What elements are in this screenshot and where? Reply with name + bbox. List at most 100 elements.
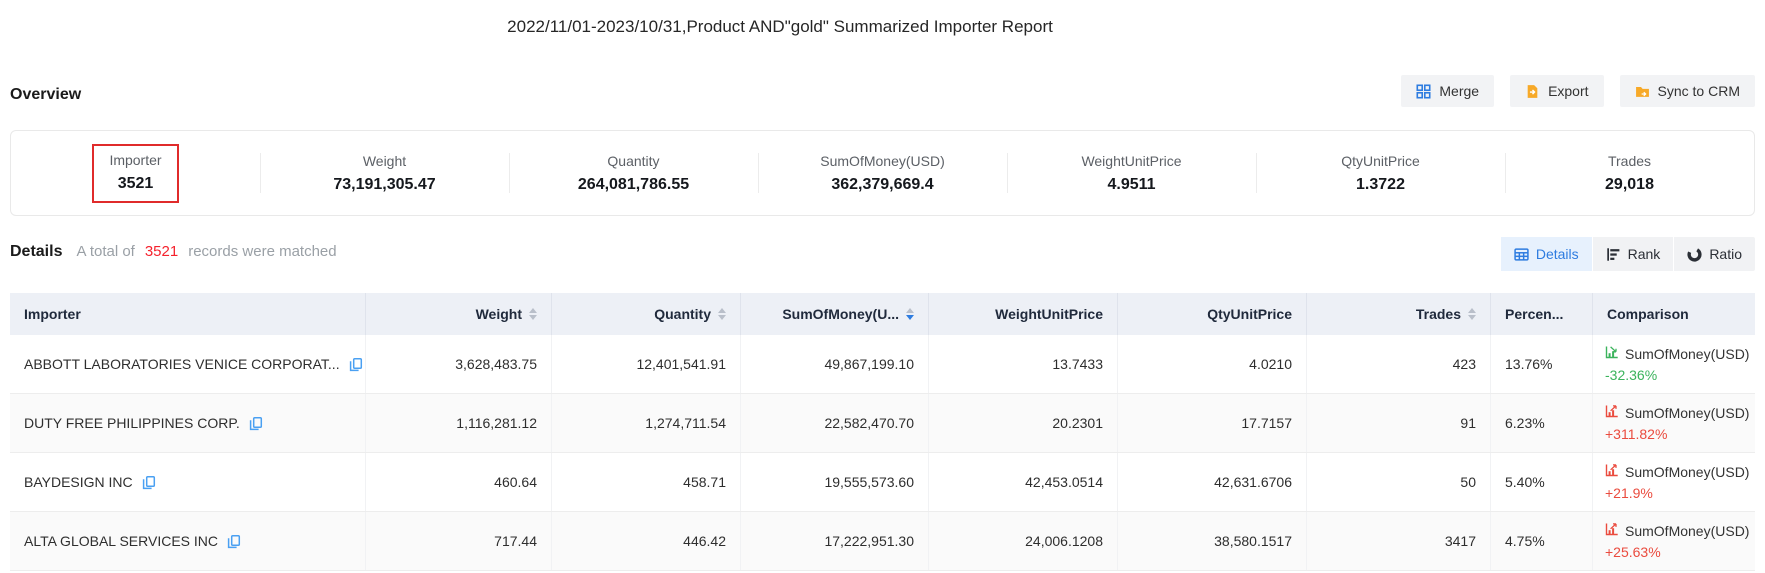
copy-icon[interactable] <box>248 416 263 431</box>
trades-cell: 50 <box>1306 453 1490 511</box>
importer-cell[interactable]: ALTA GLOBAL SERVICES INC <box>10 512 365 570</box>
stat-trades: Trades 29,018 <box>1505 131 1754 215</box>
overview-card: Importer 3521 Weight 73,191,305.47 Quant… <box>10 130 1755 216</box>
header-label: Trades <box>1416 306 1461 322</box>
merge-button[interactable]: Merge <box>1401 75 1494 107</box>
comparison-cell: SumOfMoney(USD) -32.36% <box>1592 335 1761 393</box>
sort-control[interactable] <box>906 308 914 320</box>
table-row: ABBOTT LABORATORIES VENICE CORPORAT... 3… <box>10 335 1755 394</box>
header-cell-weight[interactable]: Weight <box>365 293 551 335</box>
view-tabs: Details Rank Ratio <box>1501 237 1755 271</box>
header-cell-importer[interactable]: Importer <box>10 293 365 335</box>
merge-icon <box>1416 84 1431 99</box>
toolbar: Merge Export Sync to CRM <box>1401 75 1755 107</box>
record-count: 3521 <box>145 243 178 260</box>
header-cell-sum-of-money[interactable]: SumOfMoney(U... <box>740 293 928 335</box>
stat-value: 73,191,305.47 <box>333 176 435 194</box>
header-cell-quantity[interactable]: Quantity <box>551 293 740 335</box>
trades-cell: 423 <box>1306 335 1490 393</box>
sort-asc-caret[interactable] <box>718 308 726 313</box>
table-row: ALTA GLOBAL SERVICES INC 717.44 446.42 1… <box>10 512 1755 571</box>
sort-control[interactable] <box>529 308 537 320</box>
comparison-change: +311.82% <box>1605 424 1667 444</box>
header-cell-weight-unit-price[interactable]: WeightUnitPrice <box>928 293 1117 335</box>
percent-cell: 13.76% <box>1490 335 1592 393</box>
overview-heading: Overview <box>10 86 81 104</box>
sort-desc-caret[interactable] <box>1468 315 1476 320</box>
stat-label: Weight <box>363 153 406 169</box>
qty-unit-price-cell: 17.7157 <box>1117 394 1306 452</box>
qty-unit-price-cell: 42,631.6706 <box>1117 453 1306 511</box>
trend-up-icon <box>1605 520 1619 542</box>
stat-importer: Importer 3521 <box>11 131 260 215</box>
percent-cell: 5.40% <box>1490 453 1592 511</box>
header-label: Importer <box>24 306 81 322</box>
sort-asc-caret[interactable] <box>529 308 537 313</box>
header-label: WeightUnitPrice <box>995 306 1103 322</box>
export-button-label: Export <box>1548 83 1588 99</box>
weight-unit-price-cell: 24,006.1208 <box>928 512 1117 570</box>
sort-desc-caret[interactable] <box>529 315 537 320</box>
sync-to-crm-button-label: Sync to CRM <box>1658 83 1740 99</box>
header-cell-percent[interactable]: Percen... <box>1490 293 1592 335</box>
tab-rank[interactable]: Rank <box>1592 237 1674 271</box>
quantity-cell: 12,401,541.91 <box>551 335 740 393</box>
header-label: Comparison <box>1607 306 1689 322</box>
importer-name[interactable]: BAYDESIGN INC <box>24 474 133 490</box>
weight-cell: 717.44 <box>365 512 551 570</box>
importer-highlight-box: Importer 3521 <box>92 144 178 203</box>
weight-unit-price-cell: 13.7433 <box>928 335 1117 393</box>
stat-label: QtyUnitPrice <box>1341 153 1420 169</box>
stat-label: Importer <box>109 152 161 168</box>
importer-cell[interactable]: ABBOTT LABORATORIES VENICE CORPORAT... <box>10 335 365 393</box>
importer-cell[interactable]: DUTY FREE PHILIPPINES CORP. <box>10 394 365 452</box>
export-button[interactable]: Export <box>1510 75 1603 107</box>
sync-folder-icon <box>1635 84 1650 99</box>
comparison-metric: SumOfMoney(USD) <box>1625 343 1749 365</box>
sort-control[interactable] <box>718 308 726 320</box>
stat-value: 4.9511 <box>1107 176 1155 194</box>
tab-ratio[interactable]: Ratio <box>1673 237 1755 271</box>
sort-desc-caret[interactable] <box>906 315 914 320</box>
sort-asc-caret[interactable] <box>906 308 914 313</box>
percent-cell: 4.75% <box>1490 512 1592 570</box>
header-cell-qty-unit-price[interactable]: QtyUnitPrice <box>1117 293 1306 335</box>
importer-name[interactable]: ABBOTT LABORATORIES VENICE CORPORAT... <box>24 356 340 372</box>
quantity-cell: 458.71 <box>551 453 740 511</box>
tab-details-label: Details <box>1536 246 1579 262</box>
export-document-icon <box>1525 84 1540 99</box>
comparison-metric: SumOfMoney(USD) <box>1625 461 1749 483</box>
copy-icon[interactable] <box>348 357 363 372</box>
copy-icon[interactable] <box>226 534 241 549</box>
tab-details[interactable]: Details <box>1501 237 1592 271</box>
stat-value: 29,018 <box>1605 176 1654 194</box>
percent-cell: 6.23% <box>1490 394 1592 452</box>
sum-of-money-cell: 49,867,199.10 <box>740 335 928 393</box>
sync-to-crm-button[interactable]: Sync to CRM <box>1620 75 1755 107</box>
stat-weight: Weight 73,191,305.47 <box>260 131 509 215</box>
rank-bars-icon <box>1606 247 1621 262</box>
trend-up-icon <box>1605 402 1619 424</box>
importer-name[interactable]: DUTY FREE PHILIPPINES CORP. <box>24 415 240 431</box>
stat-label: Trades <box>1608 153 1651 169</box>
stat-label: Quantity <box>607 153 659 169</box>
header-cell-trades[interactable]: Trades <box>1306 293 1490 335</box>
copy-icon[interactable] <box>141 475 156 490</box>
weight-unit-price-cell: 42,453.0514 <box>928 453 1117 511</box>
header-label: SumOfMoney(U... <box>782 306 899 322</box>
sort-asc-caret[interactable] <box>1468 308 1476 313</box>
header-cell-comparison: Comparison <box>1592 293 1755 335</box>
stat-value: 3521 <box>118 175 154 193</box>
importer-cell[interactable]: BAYDESIGN INC <box>10 453 365 511</box>
importer-name[interactable]: ALTA GLOBAL SERVICES INC <box>24 533 218 549</box>
trend-up-icon <box>1605 461 1619 483</box>
sort-control[interactable] <box>1468 308 1476 320</box>
stat-value: 1.3722 <box>1356 176 1405 194</box>
weight-unit-price-cell: 20.2301 <box>928 394 1117 452</box>
weight-cell: 1,116,281.12 <box>365 394 551 452</box>
merge-button-label: Merge <box>1439 83 1479 99</box>
comparison-change: +25.63% <box>1605 542 1661 562</box>
ratio-donut-icon <box>1687 247 1702 262</box>
sort-desc-caret[interactable] <box>718 315 726 320</box>
table-grid-icon <box>1514 247 1529 262</box>
